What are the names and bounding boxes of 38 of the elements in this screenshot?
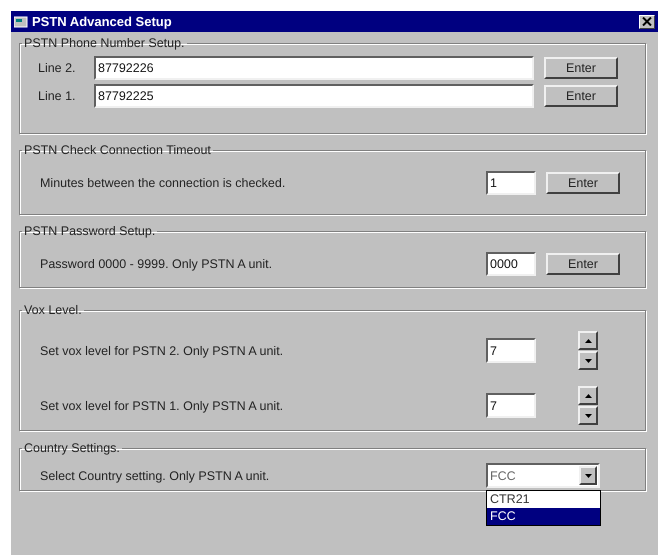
up-arrow-icon	[584, 394, 592, 398]
field-label: Line 1.	[38, 89, 77, 103]
down-arrow-icon	[584, 358, 592, 362]
group-title: Country Settings.	[23, 441, 121, 455]
down-arrow-icon	[584, 414, 592, 418]
field-label: Password 0000 - 9999. Only PSTN A unit.	[40, 257, 274, 271]
input-field[interactable]: 87792226	[94, 56, 534, 80]
window-icon	[14, 16, 28, 28]
field-label: Line 2.	[38, 61, 77, 75]
enter-button[interactable]: Enter	[546, 172, 620, 194]
close-icon	[642, 17, 652, 26]
field-label: Select Country setting. Only PSTN A unit.	[40, 468, 270, 482]
country-dropdown[interactable]: FCC	[486, 463, 600, 488]
field-label: Minutes between the connection is checked.	[40, 176, 286, 190]
dropdown-option[interactable]: CTR21	[487, 491, 600, 508]
up-arrow-icon	[584, 338, 592, 342]
field-label: Set vox level for PSTN 1. Only PSTN A unit.	[40, 398, 284, 412]
enter-button[interactable]: Enter	[544, 85, 618, 107]
spin-up-button[interactable]	[578, 331, 598, 350]
group-title: Vox Level.	[23, 303, 83, 317]
close-button[interactable]	[639, 14, 655, 28]
field-label: Set vox level for PSTN 2. Only PSTN A unit.	[40, 344, 284, 358]
enter-button[interactable]: Enter	[544, 57, 618, 79]
window-title: PSTN Advanced Setup	[32, 14, 173, 29]
spin-down-button[interactable]	[578, 351, 598, 370]
input-field[interactable]: 1	[486, 171, 536, 195]
group-title: PSTN Check Connection Timeout	[23, 143, 212, 157]
input-field[interactable]: 87792225	[94, 84, 534, 108]
input-field[interactable]: 0000	[486, 252, 536, 276]
dropdown-option[interactable]: FCC	[487, 508, 600, 525]
group-title: PSTN Phone Number Setup.	[23, 36, 186, 50]
input-field[interactable]: 7	[486, 393, 536, 418]
spin-up-button[interactable]	[578, 386, 598, 405]
spin-down-button[interactable]	[578, 406, 598, 425]
input-field[interactable]: 7	[486, 338, 536, 363]
dropdown-arrow-icon	[584, 474, 592, 478]
enter-button[interactable]: Enter	[546, 253, 620, 275]
group-title: PSTN Password Setup.	[23, 224, 156, 238]
